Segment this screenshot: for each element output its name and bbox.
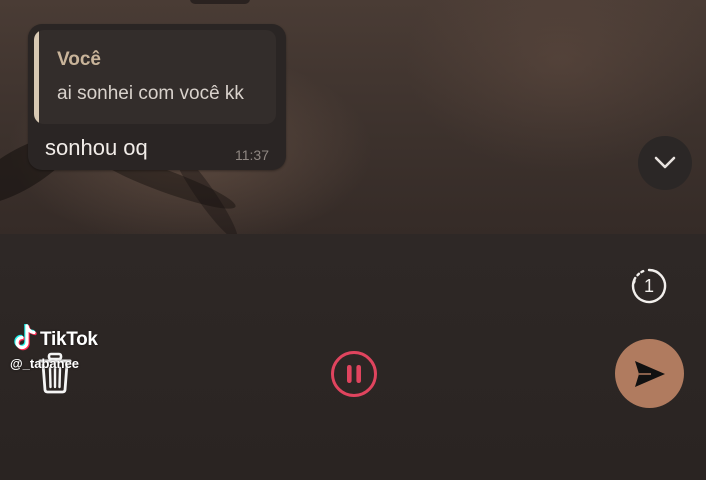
pause-recording-button[interactable] bbox=[330, 350, 378, 398]
message-bubble[interactable]: Você ai sonhei com você kk sonhou oq 11:… bbox=[28, 24, 286, 170]
pause-icon bbox=[331, 351, 377, 397]
send-button[interactable] bbox=[615, 339, 684, 408]
quote-text: ai sonhei com você kk bbox=[57, 83, 244, 104]
chevron-down-icon bbox=[654, 156, 676, 169]
tiktok-logo-icon bbox=[14, 324, 37, 351]
view-once-button[interactable]: 1 bbox=[630, 267, 668, 305]
quoted-message[interactable]: Você ai sonhei com você kk bbox=[34, 30, 276, 124]
view-once-label: 1 bbox=[643, 276, 654, 296]
scroll-down-button[interactable] bbox=[638, 136, 692, 190]
message-text: sonhou oq bbox=[45, 135, 148, 160]
send-icon bbox=[634, 360, 665, 387]
tiktok-brand: TikTok bbox=[40, 329, 98, 350]
previous-message-edge bbox=[190, 0, 250, 4]
quote-accent-bar bbox=[34, 30, 39, 124]
quote-author: Você bbox=[57, 49, 102, 70]
message-time: 11:37 bbox=[235, 147, 269, 163]
tiktok-handle: @_tabanee bbox=[10, 356, 80, 371]
